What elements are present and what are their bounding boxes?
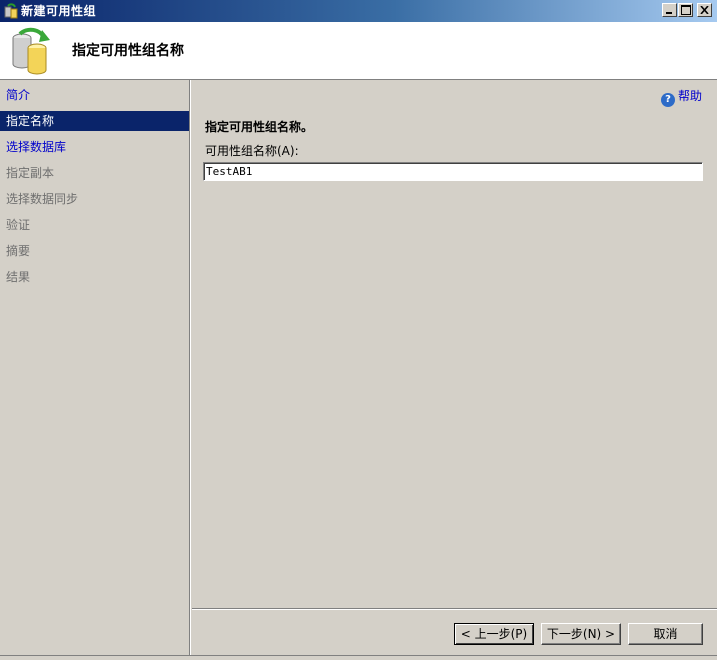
step-specify-replicas: 指定副本 bbox=[6, 166, 55, 180]
main-panel: ? 帮助 指定可用性组名称。 可用性组名称(A): bbox=[192, 80, 717, 608]
wizard-window: 新建可用性组 指定可用性组名称 简介 指定名称 选择数据库 指定副本 选择数据同… bbox=[0, 0, 717, 660]
window-title: 新建可用性组 bbox=[21, 4, 97, 18]
bottom-divider-highlight bbox=[192, 609, 717, 610]
previous-button[interactable]: < 上一步(P) bbox=[454, 623, 534, 645]
step-results: 结果 bbox=[6, 270, 31, 284]
maximize-button[interactable] bbox=[678, 3, 693, 17]
minimize-button[interactable] bbox=[662, 3, 677, 17]
app-icon bbox=[3, 3, 19, 19]
availability-group-name-label: 可用性组名称(A): bbox=[205, 144, 299, 158]
database-sync-icon bbox=[8, 26, 56, 76]
step-specify-name[interactable]: 指定名称 bbox=[0, 111, 189, 131]
next-button[interactable]: 下一步(N) > bbox=[541, 623, 621, 645]
step-select-databases[interactable]: 选择数据库 bbox=[0, 137, 189, 157]
window-bottom-edge bbox=[0, 655, 717, 660]
wizard-header: 指定可用性组名称 bbox=[0, 22, 717, 80]
cancel-button[interactable]: 取消 bbox=[628, 623, 703, 645]
section-title: 指定可用性组名称。 bbox=[205, 120, 314, 134]
availability-group-name-input[interactable] bbox=[203, 162, 703, 181]
close-icon bbox=[700, 6, 709, 14]
step-introduction[interactable]: 简介 bbox=[0, 85, 189, 105]
help-icon: ? bbox=[660, 93, 675, 107]
title-bar[interactable]: 新建可用性组 bbox=[0, 0, 717, 22]
close-button[interactable] bbox=[697, 3, 712, 17]
page-title: 指定可用性组名称 bbox=[72, 43, 184, 59]
step-data-synchronization: 选择数据同步 bbox=[6, 192, 79, 206]
wizard-steps-sidebar: 简介 指定名称 选择数据库 指定副本 选择数据同步 验证 摘要 结果 bbox=[0, 80, 191, 659]
help-link[interactable]: ? 帮助 bbox=[660, 88, 702, 107]
step-summary: 摘要 bbox=[6, 244, 31, 258]
help-label: 帮助 bbox=[677, 89, 702, 103]
step-validation: 验证 bbox=[6, 218, 31, 232]
